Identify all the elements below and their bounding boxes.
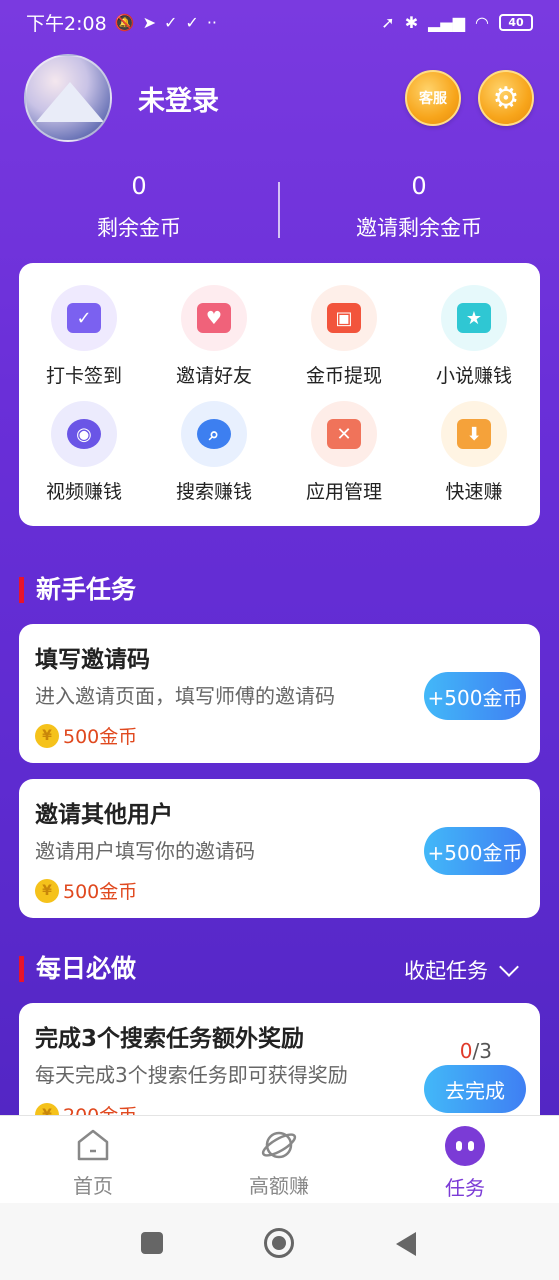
book-icon: ★	[441, 285, 507, 351]
task-card: 邀请其他用户 邀请用户填写你的邀请码 ¥ 500金币 +500金币	[19, 779, 540, 918]
grid-item-search[interactable]: ⌕ 搜索赚钱	[149, 401, 279, 504]
coin-stats: 0 剩余金币 0 邀请剩余金币	[0, 172, 559, 252]
grid-item-checkin[interactable]: ✓ 打卡签到	[19, 285, 149, 388]
grid-item-invite-friends[interactable]: ♥ 邀请好友	[149, 285, 279, 388]
mute-icon: 🔕	[114, 12, 135, 32]
nav-home[interactable]: 首页	[33, 1126, 153, 1199]
gear-icon: ⚙	[492, 80, 520, 116]
grid-item-app-manage[interactable]: ✕ 应用管理	[279, 401, 409, 504]
task-title: 邀请其他用户	[35, 802, 173, 828]
invite-coins-label: 邀请剩余金币	[356, 216, 482, 240]
claim-reward-button[interactable]: +500金币	[424, 672, 526, 720]
grid-item-quick-earn[interactable]: ⬇ 快速赚	[409, 401, 539, 504]
chevron-down-icon	[499, 957, 519, 977]
task-title: 填写邀请码	[35, 647, 150, 673]
more-dots-icon: ··	[206, 12, 217, 32]
grid-item-novel[interactable]: ★ 小说赚钱	[409, 285, 539, 388]
nav-tasks[interactable]: 任务	[405, 1126, 525, 1201]
home-button[interactable]	[264, 1228, 294, 1258]
task-reward: ¥ 500金币	[35, 877, 137, 904]
go-complete-button[interactable]: 去完成	[424, 1065, 526, 1113]
remaining-coins-value: 0	[131, 172, 147, 200]
envelope-icon: ♥	[181, 285, 247, 351]
check-icon: ✓	[164, 12, 178, 32]
login-status[interactable]: 未登录	[138, 79, 219, 118]
section-title-newbie: 新手任务	[19, 577, 136, 603]
telegram-icon: ➤	[142, 12, 156, 32]
planet-icon	[261, 1131, 297, 1159]
grid-item-video[interactable]: ◉ 视频赚钱	[19, 401, 149, 504]
task-description: 进入邀请页面，填写师傅的邀请码	[35, 684, 335, 708]
eye-icon: ◉	[51, 401, 117, 467]
task-card: 填写邀请码 进入邀请页面，填写师傅的邀请码 ¥ 500金币 +500金币	[19, 624, 540, 763]
status-time: 下午2:08	[26, 12, 107, 35]
collapse-tasks-toggle[interactable]: 收起任务	[404, 955, 519, 985]
task-face-icon	[445, 1126, 485, 1166]
location-icon: ➚	[381, 12, 395, 32]
grid-item-withdraw[interactable]: ▣ 金币提现	[279, 285, 409, 388]
settings-button[interactable]: ⚙	[478, 70, 534, 126]
coin-icon: ¥	[35, 723, 59, 748]
app-box-icon: ✕	[311, 401, 377, 467]
divider	[278, 182, 280, 238]
claim-reward-button[interactable]: +500金币	[424, 827, 526, 875]
avatar[interactable]	[24, 54, 112, 142]
nav-high-earn[interactable]: 高额赚	[219, 1126, 339, 1199]
check-icon: ✓	[185, 12, 199, 32]
remaining-coins-label: 剩余金币	[97, 216, 181, 240]
header-background	[0, 0, 559, 1115]
battery-icon: 40	[499, 13, 533, 31]
invite-coins-value: 0	[411, 172, 427, 200]
task-progress: 0/3	[459, 1039, 492, 1063]
profile-header[interactable]: 未登录	[24, 54, 219, 142]
back-button[interactable]	[396, 1232, 416, 1256]
coin-icon: ¥	[35, 878, 59, 903]
bluetooth-icon: ✱	[404, 12, 419, 32]
bottom-nav: 首页 高额赚 任务	[0, 1115, 559, 1203]
task-reward: ¥ 500金币	[35, 722, 137, 749]
section-title-daily: 每日必做	[19, 956, 136, 982]
signal-icon: ▂▄▆	[428, 12, 466, 32]
task-description: 邀请用户填写你的邀请码	[35, 839, 255, 863]
search-icon: ⌕	[181, 401, 247, 467]
home-icon	[77, 1129, 109, 1161]
calendar-icon: ✓	[51, 285, 117, 351]
download-box-icon: ⬇	[441, 401, 507, 467]
task-title: 完成3个搜索任务额外奖励	[35, 1026, 305, 1052]
remaining-coins: 0 剩余金币	[9, 172, 269, 242]
status-bar: 下午2:08 🔕 ➤ ✓ ✓ ·· ➚ ✱ ▂▄▆ ◠ 40	[0, 0, 559, 44]
wifi-icon: ◠	[475, 12, 489, 32]
wallet-icon: ▣	[311, 285, 377, 351]
customer-service-button[interactable]: 客服	[405, 70, 461, 126]
task-description: 每天完成3个搜索任务即可获得奖励	[35, 1063, 348, 1087]
feature-grid: ✓ 打卡签到 ♥ 邀请好友 ▣ 金币提现 ★ 小说赚钱 ◉ 视频赚钱 ⌕ 搜索赚…	[19, 263, 540, 526]
recents-button[interactable]	[141, 1232, 163, 1254]
system-nav-bar	[0, 1203, 559, 1280]
invite-coins: 0 邀请剩余金币	[289, 172, 549, 242]
